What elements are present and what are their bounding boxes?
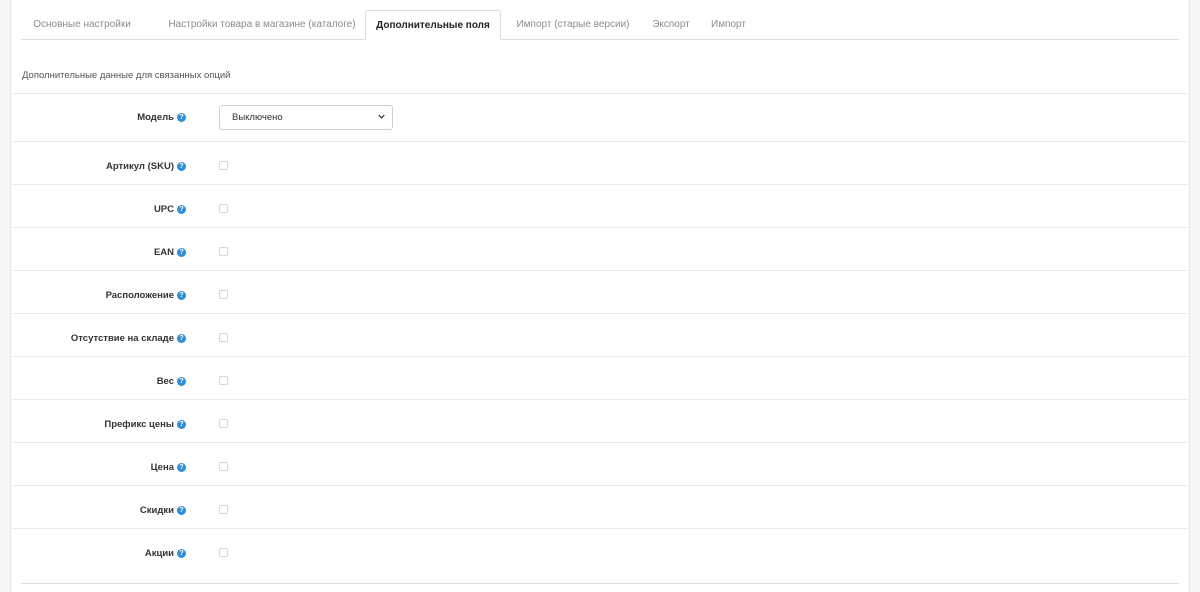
- model-select[interactable]: Выключено: [219, 105, 393, 130]
- field-row-price-prefix: Префикс цены ?: [11, 400, 1189, 442]
- price-prefix-checkbox[interactable]: [219, 419, 228, 428]
- field-label-text: Скидки: [139, 505, 174, 516]
- question-circle-icon[interactable]: ?: [177, 291, 186, 300]
- field-label-text: EAN: [153, 247, 174, 258]
- field-label-text: Цена: [150, 462, 174, 473]
- question-circle-icon[interactable]: ?: [177, 377, 186, 386]
- field-label: Акции ?: [145, 548, 186, 559]
- ean-checkbox[interactable]: [219, 247, 228, 256]
- field-row-ean: EAN ?: [11, 228, 1189, 270]
- tab-import-old[interactable]: Импорт (старые версии): [511, 10, 635, 40]
- weight-checkbox[interactable]: [219, 376, 228, 385]
- tab-main-settings[interactable]: Основные настройки: [21, 10, 143, 40]
- tab-additional-fields[interactable]: Дополнительные поля: [365, 10, 501, 40]
- field-label-text: Расположение: [105, 290, 174, 301]
- section-title: Дополнительные данные для связанных опци…: [22, 70, 231, 81]
- field-row-price: Цена ?: [11, 443, 1189, 485]
- field-row-stock-status: Отсутствие на складе ?: [11, 314, 1189, 356]
- field-label: Артикул (SKU) ?: [106, 161, 186, 172]
- field-label-text: Отсутствие на складе: [70, 333, 174, 344]
- location-checkbox[interactable]: [219, 290, 228, 299]
- model-row: Модель ?: [11, 94, 1189, 141]
- question-circle-icon[interactable]: ?: [177, 248, 186, 257]
- field-label: Расположение ?: [106, 290, 186, 301]
- question-circle-icon[interactable]: ?: [177, 113, 186, 122]
- model-label: Модель ?: [137, 112, 186, 123]
- field-row-specials: Акции ?: [11, 529, 1189, 571]
- field-label-text: Вес: [156, 376, 174, 387]
- field-label-text: Артикул (SKU): [105, 161, 174, 172]
- model-label-text: Модель: [137, 112, 174, 123]
- field-row-upc: UPC ?: [11, 185, 1189, 227]
- field-label: Вес ?: [157, 376, 186, 387]
- question-circle-icon[interactable]: ?: [177, 420, 186, 429]
- stock-status-checkbox[interactable]: [219, 333, 228, 342]
- field-label: Отсутствие на складе ?: [71, 333, 186, 344]
- field-label: EAN ?: [154, 247, 186, 258]
- field-row-sku: Артикул (SKU) ?: [11, 142, 1189, 184]
- upc-checkbox[interactable]: [219, 204, 228, 213]
- tab-export[interactable]: Экспорт: [645, 10, 697, 40]
- question-circle-icon[interactable]: ?: [177, 162, 186, 171]
- model-select-value: Выключено: [232, 112, 283, 123]
- field-row-discounts: Скидки ?: [11, 486, 1189, 528]
- sku-checkbox[interactable]: [219, 161, 228, 170]
- tab-import[interactable]: Импорт: [706, 10, 751, 40]
- tab-bar: Основные настройки Настройки товара в ма…: [21, 10, 1179, 40]
- field-label: Цена ?: [151, 462, 186, 473]
- tab-catalog-settings[interactable]: Настройки товара в магазине (каталоге): [156, 10, 368, 40]
- field-label-text: UPC: [153, 204, 174, 215]
- question-circle-icon[interactable]: ?: [177, 506, 186, 515]
- field-label: UPC ?: [154, 204, 186, 215]
- field-label-text: Акции: [144, 548, 174, 559]
- question-circle-icon[interactable]: ?: [177, 205, 186, 214]
- settings-panel: Основные настройки Настройки товара в ма…: [10, 0, 1190, 592]
- field-row-weight: Вес ?: [11, 357, 1189, 399]
- question-circle-icon[interactable]: ?: [177, 549, 186, 558]
- chevron-down-icon: [378, 114, 385, 119]
- question-circle-icon[interactable]: ?: [177, 463, 186, 472]
- divider: [21, 583, 1179, 584]
- field-label: Скидки ?: [140, 505, 186, 516]
- price-checkbox[interactable]: [219, 462, 228, 471]
- field-label: Префикс цены ?: [104, 419, 186, 430]
- field-label-text: Префикс цены: [104, 419, 174, 430]
- discounts-checkbox[interactable]: [219, 505, 228, 514]
- field-row-location: Расположение ?: [11, 271, 1189, 313]
- question-circle-icon[interactable]: ?: [177, 334, 186, 343]
- specials-checkbox[interactable]: [219, 548, 228, 557]
